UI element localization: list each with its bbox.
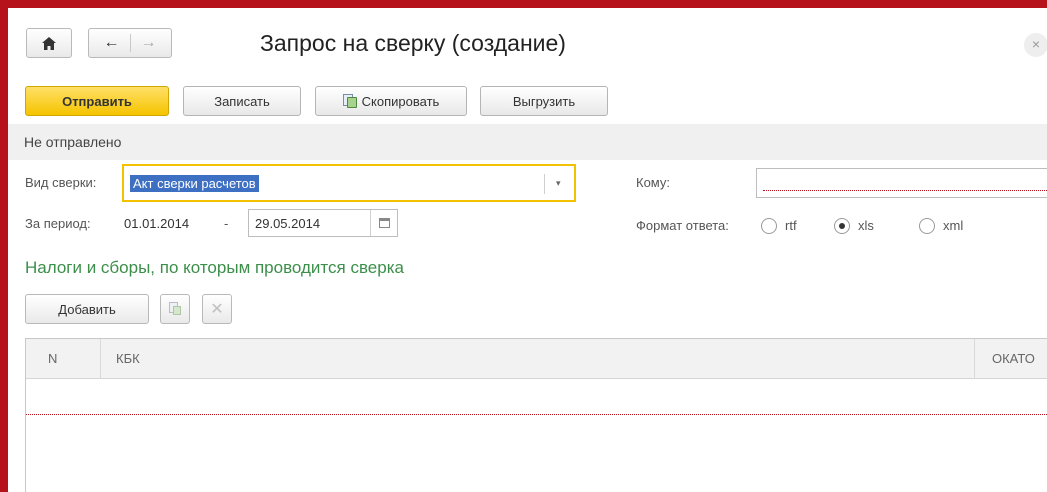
window-frame-top: [0, 0, 1047, 8]
status-bar: Не отправлено: [8, 124, 1047, 160]
home-icon: [42, 36, 56, 50]
vid-select[interactable]: Акт сверки расчетов ▾: [122, 164, 576, 202]
copy-row-icon: [169, 302, 181, 316]
add-row-button[interactable]: Добавить: [25, 294, 149, 324]
komu-label: Кому:: [636, 175, 670, 190]
back-arrow-icon[interactable]: ←: [104, 35, 120, 51]
column-header-kbk[interactable]: КБК: [116, 351, 140, 366]
section-title: Налоги и сборы, по которым проводится св…: [25, 258, 404, 277]
delete-icon: ✕: [210, 301, 224, 318]
home-button[interactable]: [26, 28, 72, 58]
format-radio-rtf[interactable]: [761, 218, 777, 234]
period-to-field[interactable]: 29.05.2014: [248, 209, 398, 237]
table-row[interactable]: [26, 414, 1047, 415]
taxes-table: N КБК ОКАТО: [25, 338, 1047, 492]
format-option-rtf: rtf: [785, 218, 797, 233]
table-header: N КБК ОКАТО: [26, 339, 1047, 379]
calendar-divider: [370, 210, 371, 236]
komu-field[interactable]: [756, 168, 1047, 198]
nav-divider: [129, 34, 131, 52]
copy-row-button[interactable]: [160, 294, 190, 324]
period-from: 01.01.2014: [124, 216, 190, 231]
status-text: Не отправлено: [24, 134, 122, 150]
title-bar: ← → Запрос на сверку (создание) ×: [8, 8, 1047, 80]
format-radio-xml[interactable]: [919, 218, 935, 234]
copy-button[interactable]: Скопировать: [315, 86, 467, 116]
format-radio-xls[interactable]: [834, 218, 850, 234]
copy-icon: [342, 94, 357, 108]
copy-button-label: Скопировать: [361, 93, 440, 109]
period-to-value: 29.05.2014: [255, 216, 321, 231]
save-button[interactable]: Записать: [183, 86, 301, 116]
format-option-xml: xml: [943, 218, 964, 233]
period-label: За период:: [25, 216, 91, 231]
export-button[interactable]: Выгрузить: [480, 86, 608, 116]
send-button[interactable]: Отправить: [25, 86, 169, 116]
close-icon[interactable]: ×: [1024, 33, 1047, 57]
calendar-icon[interactable]: [379, 218, 390, 228]
dropdown-arrow-icon[interactable]: ▾: [556, 178, 561, 189]
history-navigation: ← →: [88, 28, 172, 58]
dropdown-divider: [544, 174, 545, 194]
column-divider: [974, 339, 975, 379]
vid-label: Вид сверки:: [25, 175, 97, 190]
delete-row-button[interactable]: ✕: [202, 294, 232, 324]
column-header-okato[interactable]: ОКАТО: [992, 351, 1035, 366]
format-label: Формат ответа:: [636, 218, 729, 233]
window-frame-left: [0, 0, 8, 492]
period-dash: -: [224, 216, 229, 231]
vid-select-value[interactable]: Акт сверки расчетов: [130, 175, 259, 192]
required-underline: [763, 190, 1047, 191]
column-divider: [100, 339, 101, 379]
format-option-xls: xls: [858, 218, 874, 233]
column-header-n[interactable]: N: [48, 351, 57, 366]
forward-arrow-icon[interactable]: →: [141, 35, 157, 51]
page-title: Запрос на сверку (создание): [260, 30, 566, 56]
